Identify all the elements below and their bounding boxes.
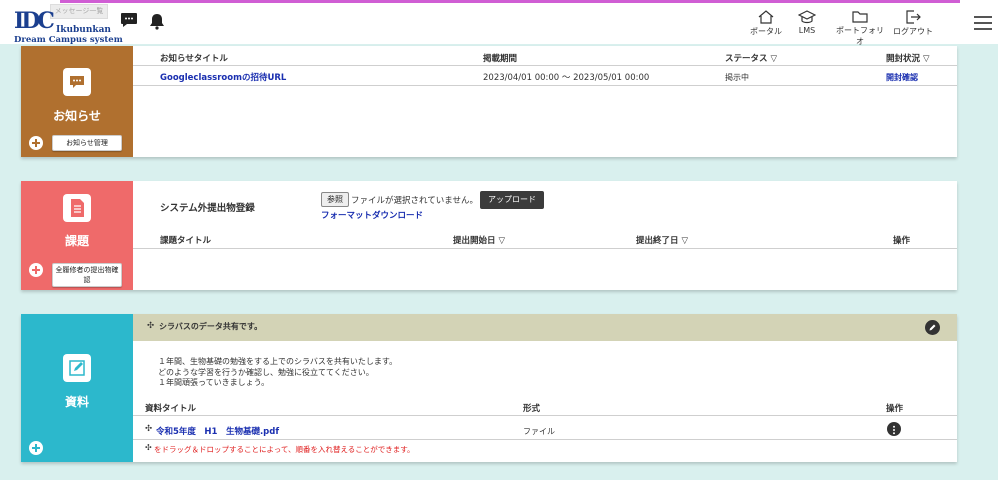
external-submission-label: システム外提出物登録: [160, 203, 255, 214]
description-line: どのような学習を行うか確認し、勉強に役立ててください。: [158, 367, 374, 377]
logo-line2: Dream Campus system: [14, 35, 123, 45]
nav-portfolio[interactable]: ポートフォリオ: [835, 10, 885, 47]
col-period: 掲載期間: [483, 54, 518, 64]
col-material-action: 操作: [886, 404, 904, 414]
divider: [133, 248, 957, 249]
nav-lms[interactable]: LMS: [782, 10, 832, 35]
col-open-status[interactable]: 開封状況 ▽: [886, 52, 930, 64]
notice-sidebar: お知らせ .p1:before,.p1:after{background:#b0…: [21, 46, 133, 157]
materials-title: 資料: [64, 395, 89, 409]
col-material-title: 資料タイトル: [145, 404, 197, 414]
home-icon: [758, 10, 774, 24]
col-action: 操作: [893, 236, 911, 246]
logout-icon: [906, 10, 921, 24]
top-accent-line: [60, 0, 960, 3]
notice-title: お知らせ: [53, 109, 101, 123]
description-line: １年間頑張っていきましょう。: [158, 378, 270, 387]
upload-button[interactable]: アップロード: [480, 191, 544, 209]
notice-card: お知らせ .p1:before,.p1:after{background:#b0…: [21, 46, 957, 157]
notice-row-title-link[interactable]: Googleclassroomの招待URL: [160, 71, 286, 83]
drag-hint-icon: ✣: [145, 443, 152, 452]
banner-text: シラバスのデータ共有です。: [159, 322, 263, 331]
nav-label: ポータル: [750, 27, 782, 36]
divider: [133, 65, 957, 66]
folder-icon: [852, 11, 868, 23]
syllabus-banner: ✣ シラバスのデータ共有です。: [133, 314, 957, 341]
logo[interactable]: IDC Ikubunkan Dream Campus system: [14, 8, 123, 45]
col-assignment-title: 課題タイトル: [160, 236, 212, 246]
nav-label: LMS: [798, 26, 816, 35]
col-start-date[interactable]: 提出開始日 ▽: [453, 234, 505, 246]
top-bar: メッセージ一覧 IDC Ikubunkan Dream Campus syste…: [0, 0, 998, 47]
row-move-handle-icon[interactable]: ✣: [145, 424, 152, 434]
browse-button[interactable]: 参照: [321, 192, 349, 207]
more-options-icon[interactable]: [887, 422, 901, 436]
chat-icon[interactable]: [120, 12, 138, 32]
no-file-text: ファイルが選択されていません。: [351, 196, 478, 206]
divider: [133, 439, 957, 440]
edit-note-icon: [63, 354, 91, 382]
divider: [133, 85, 957, 86]
col-status[interactable]: ステータス ▽: [725, 52, 777, 64]
bell-icon[interactable]: [148, 12, 166, 34]
col-notice-title: お知らせタイトル: [160, 54, 228, 64]
divider: [133, 415, 957, 416]
pencil-edit-icon[interactable]: [925, 320, 940, 335]
nav-label: ログアウト: [893, 27, 933, 36]
notice-manage-button[interactable]: お知らせ管理: [52, 135, 122, 151]
add-assignment-icon[interactable]: [29, 263, 43, 277]
notice-chat-icon: [63, 68, 91, 96]
logo-line1: Ikubunkan: [56, 25, 111, 35]
col-format: 形式: [523, 404, 541, 414]
col-end-date[interactable]: 提出終了日 ▽: [636, 234, 688, 246]
assignment-card: 課題 全履修者の提出物確認 システム外提出物登録 参照 ファイルが選択されていま…: [21, 181, 957, 290]
nav-label: ポートフォリオ: [836, 26, 884, 46]
document-icon: [63, 194, 91, 222]
hamburger-menu-icon[interactable]: [974, 16, 992, 34]
notice-row-status: 掲示中: [725, 73, 749, 82]
materials-sidebar: 資料: [21, 314, 133, 462]
logo-mark: IDC: [14, 8, 55, 34]
open-confirm-link[interactable]: 開封確認: [886, 72, 918, 83]
notice-row-period: 2023/04/01 00:00 〜 2023/05/01 00:00: [483, 73, 650, 83]
graduation-cap-icon: [798, 10, 816, 24]
all-submissions-button[interactable]: 全履修者の提出物確認: [52, 263, 122, 287]
assignment-title: 課題: [64, 234, 89, 248]
description-line: １年間、生物基礎の勉強をする上でのシラバスを共有いたします。: [158, 357, 398, 366]
description-block: １年間、生物基礎の勉強をする上でのシラバスを共有いたします。 どのような学習を行…: [158, 357, 397, 389]
drag-hint-text: をドラッグ＆ドロップすることによって、順番を入れ替えることができます。: [154, 445, 415, 454]
add-material-icon[interactable]: [29, 441, 43, 455]
format-download-link[interactable]: フォーマットダウンロード: [321, 209, 423, 221]
materials-card: 資料 ✣ シラバスのデータ共有です。 １年間、生物基礎の勉強をする上でのシラバス…: [21, 314, 957, 462]
material-format: ファイル: [523, 427, 555, 436]
nav-logout[interactable]: ログアウト: [888, 10, 938, 37]
material-file-link[interactable]: 令和5年度 H1 生物基礎.pdf: [156, 425, 279, 437]
move-handle-icon[interactable]: ✣: [147, 321, 154, 331]
assignment-sidebar: 課題 全履修者の提出物確認: [21, 181, 133, 290]
add-notice-icon[interactable]: .p1:before,.p1:after{background:#b0702f;…: [29, 136, 43, 150]
